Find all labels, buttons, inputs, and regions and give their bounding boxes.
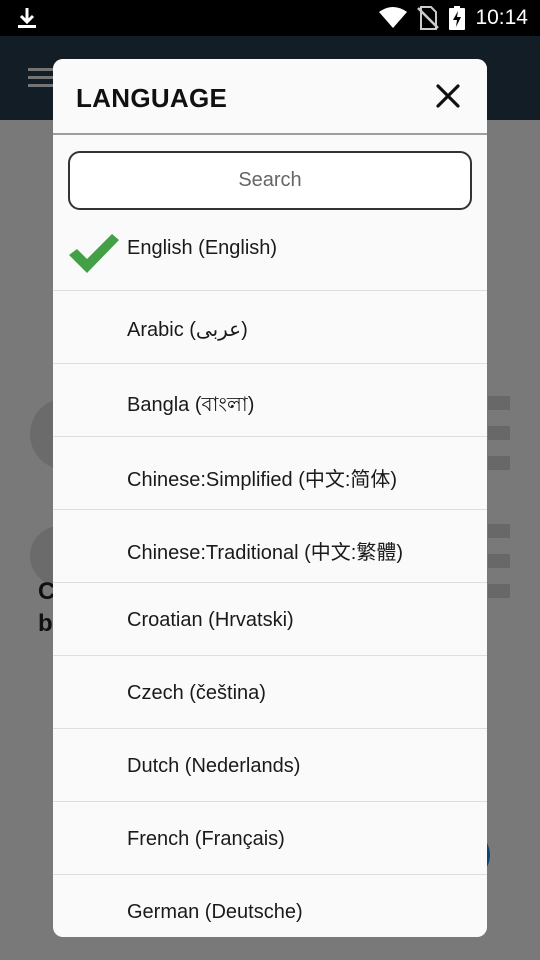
dialog-title: LANGUAGE	[76, 83, 228, 113]
language-item[interactable]: Dutch (Nederlands)	[53, 729, 487, 802]
dialog-header: LANGUAGE	[53, 59, 487, 135]
no-sim-icon	[417, 6, 440, 30]
language-item[interactable]: Arabic (عربى)	[53, 291, 487, 364]
checkmark-icon	[69, 234, 119, 273]
status-bar: 10:14	[0, 0, 540, 36]
close-icon[interactable]	[433, 81, 463, 111]
status-time: 10:14	[475, 6, 528, 29]
language-item[interactable]: German (Deutsche)	[53, 875, 487, 937]
language-label: Bangla (বাংলা)	[127, 394, 255, 416]
language-item[interactable]: English (English)	[53, 217, 487, 291]
language-list: English (English) Arabic (عربى) Bangla (বা…	[53, 217, 487, 937]
language-label: Arabic (عربى)	[127, 319, 248, 341]
wifi-icon	[379, 7, 408, 28]
language-label: Czech (čeština)	[127, 682, 266, 704]
language-label: English (English)	[127, 237, 278, 259]
language-label: Chinese:Traditional (中文:繁體)	[127, 542, 404, 564]
language-label: Croatian (Hrvatski)	[127, 609, 294, 631]
language-item[interactable]: Bangla (বাংলা)	[53, 364, 487, 437]
language-item[interactable]: French (Français)	[53, 802, 487, 875]
language-label: German (Deutsche)	[127, 901, 303, 923]
language-label: Dutch (Nederlands)	[127, 755, 301, 777]
language-item[interactable]: Czech (čeština)	[53, 656, 487, 729]
language-item[interactable]: Chinese:Simplified (中文:简体)	[53, 437, 487, 510]
search-input[interactable]	[68, 151, 472, 210]
language-item[interactable]: Chinese:Traditional (中文:繁體)	[53, 510, 487, 583]
language-dialog: LANGUAGE English (English) Arabic (عربى) B…	[53, 59, 487, 937]
language-label: Chinese:Simplified (中文:简体)	[127, 469, 398, 491]
language-item[interactable]: Croatian (Hrvatski)	[53, 583, 487, 656]
language-label: French (Français)	[127, 828, 285, 850]
battery-charging-icon	[449, 6, 466, 30]
download-icon	[18, 8, 36, 28]
